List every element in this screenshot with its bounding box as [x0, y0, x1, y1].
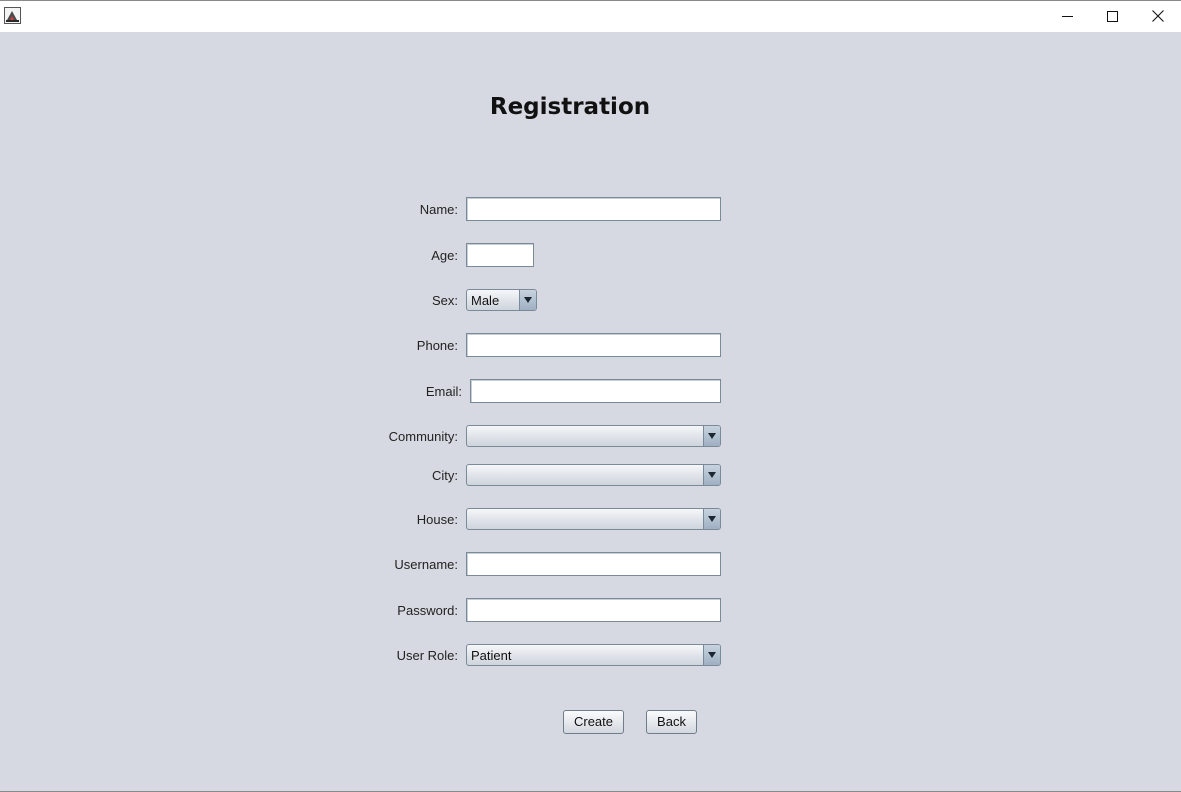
- dropdown-arrow-icon[interactable]: [703, 465, 720, 485]
- phone-label: Phone:: [416, 338, 458, 353]
- phone-input[interactable]: [466, 333, 721, 357]
- password-input[interactable]: [466, 598, 721, 622]
- back-button[interactable]: Back: [646, 710, 697, 734]
- user-role-label: User Role:: [396, 648, 458, 663]
- house-label: House:: [416, 512, 458, 527]
- email-input[interactable]: [470, 379, 721, 403]
- community-label: Community:: [388, 429, 458, 444]
- app-window: Registration Name: Age: Sex: Male Phone:…: [0, 0, 1181, 792]
- title-bar[interactable]: [0, 1, 1181, 31]
- dropdown-arrow-icon[interactable]: [703, 645, 720, 665]
- close-icon[interactable]: [1135, 1, 1181, 31]
- username-input[interactable]: [466, 552, 721, 576]
- age-label: Age:: [431, 248, 458, 263]
- java-app-icon: [4, 7, 21, 24]
- email-label: Email:: [425, 384, 462, 399]
- city-label: City:: [432, 468, 458, 483]
- user-role-dropdown[interactable]: Patient: [466, 644, 721, 666]
- name-input[interactable]: [466, 197, 721, 221]
- dropdown-arrow-icon[interactable]: [519, 290, 536, 310]
- house-dropdown[interactable]: [466, 508, 721, 530]
- dropdown-arrow-icon[interactable]: [703, 509, 720, 529]
- create-button[interactable]: Create: [563, 710, 624, 734]
- registration-panel: Registration Name: Age: Sex: Male Phone:…: [0, 32, 1181, 791]
- password-label: Password:: [397, 603, 458, 618]
- sex-selected-value: Male: [471, 293, 500, 308]
- age-input[interactable]: [466, 243, 534, 267]
- sex-label: Sex:: [431, 293, 458, 308]
- name-label: Name:: [419, 202, 458, 217]
- sex-dropdown[interactable]: Male: [466, 289, 537, 311]
- username-label: Username:: [394, 557, 458, 572]
- page-title: Registration: [489, 94, 651, 120]
- minimize-icon[interactable]: [1044, 1, 1090, 31]
- maximize-icon[interactable]: [1089, 1, 1135, 31]
- community-dropdown[interactable]: [466, 425, 721, 447]
- user-role-selected-value: Patient: [471, 648, 512, 663]
- dropdown-arrow-icon[interactable]: [703, 426, 720, 446]
- city-dropdown[interactable]: [466, 464, 721, 486]
